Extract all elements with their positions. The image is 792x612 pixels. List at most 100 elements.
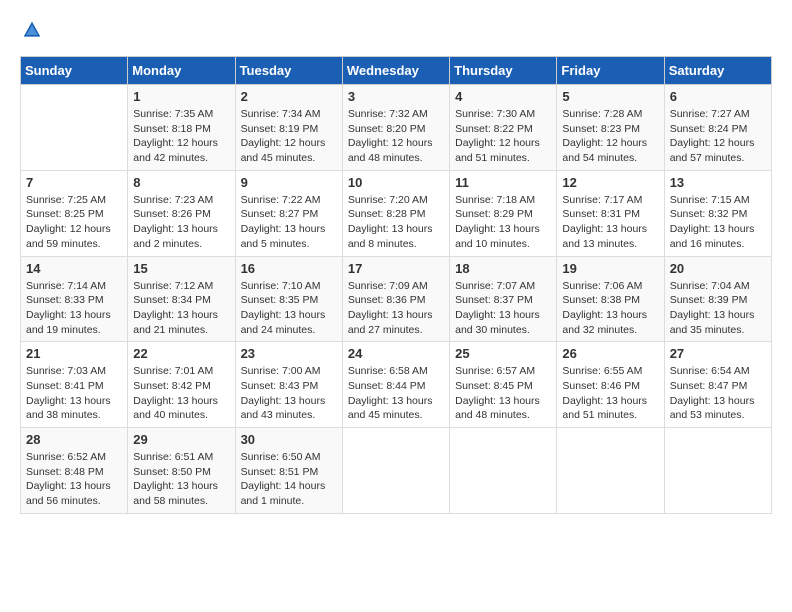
day-cell: 18 Sunrise: 7:07 AM Sunset: 8:37 PM Dayli… [450,256,557,342]
day-number: 3 [348,89,444,104]
day-info: Sunrise: 6:54 AM Sunset: 8:47 PM Dayligh… [670,364,766,423]
day-info: Sunrise: 7:04 AM Sunset: 8:39 PM Dayligh… [670,279,766,338]
day-cell: 19 Sunrise: 7:06 AM Sunset: 8:38 PM Dayli… [557,256,664,342]
day-cell: 11 Sunrise: 7:18 AM Sunset: 8:29 PM Dayli… [450,170,557,256]
day-info: Sunrise: 6:57 AM Sunset: 8:45 PM Dayligh… [455,364,551,423]
day-cell [450,428,557,514]
day-cell: 15 Sunrise: 7:12 AM Sunset: 8:34 PM Dayli… [128,256,235,342]
day-cell: 25 Sunrise: 6:57 AM Sunset: 8:45 PM Dayli… [450,342,557,428]
day-cell: 7 Sunrise: 7:25 AM Sunset: 8:25 PM Daylig… [21,170,128,256]
day-number: 6 [670,89,766,104]
day-number: 24 [348,346,444,361]
day-info: Sunrise: 7:10 AM Sunset: 8:35 PM Dayligh… [241,279,337,338]
week-row-2: 7 Sunrise: 7:25 AM Sunset: 8:25 PM Daylig… [21,170,772,256]
day-number: 9 [241,175,337,190]
day-info: Sunrise: 7:14 AM Sunset: 8:33 PM Dayligh… [26,279,122,338]
day-info: Sunrise: 7:06 AM Sunset: 8:38 PM Dayligh… [562,279,658,338]
day-number: 30 [241,432,337,447]
day-cell [342,428,449,514]
day-cell: 1 Sunrise: 7:35 AM Sunset: 8:18 PM Daylig… [128,85,235,171]
day-number: 27 [670,346,766,361]
col-header-friday: Friday [557,57,664,85]
week-row-1: 1 Sunrise: 7:35 AM Sunset: 8:18 PM Daylig… [21,85,772,171]
day-info: Sunrise: 7:35 AM Sunset: 8:18 PM Dayligh… [133,107,229,166]
day-number: 4 [455,89,551,104]
day-info: Sunrise: 7:07 AM Sunset: 8:37 PM Dayligh… [455,279,551,338]
day-info: Sunrise: 7:15 AM Sunset: 8:32 PM Dayligh… [670,193,766,252]
week-row-4: 21Sunrise: 7:03 AM Sunset: 8:41 PM Dayli… [21,342,772,428]
day-number: 22 [133,346,229,361]
day-number: 5 [562,89,658,104]
day-cell: 23Sunrise: 7:00 AM Sunset: 8:43 PM Dayli… [235,342,342,428]
col-header-tuesday: Tuesday [235,57,342,85]
day-cell: 5 Sunrise: 7:28 AM Sunset: 8:23 PM Daylig… [557,85,664,171]
day-info: Sunrise: 7:23 AM Sunset: 8:26 PM Dayligh… [133,193,229,252]
day-info: Sunrise: 7:27 AM Sunset: 8:24 PM Dayligh… [670,107,766,166]
calendar-header-row: SundayMondayTuesdayWednesdayThursdayFrid… [21,57,772,85]
day-number: 11 [455,175,551,190]
day-cell: 26 Sunrise: 6:55 AM Sunset: 8:46 PM Dayli… [557,342,664,428]
day-cell: 8 Sunrise: 7:23 AM Sunset: 8:26 PM Daylig… [128,170,235,256]
day-cell: 14 Sunrise: 7:14 AM Sunset: 8:33 PM Dayli… [21,256,128,342]
week-row-3: 14 Sunrise: 7:14 AM Sunset: 8:33 PM Dayli… [21,256,772,342]
col-header-thursday: Thursday [450,57,557,85]
day-cell: 27 Sunrise: 6:54 AM Sunset: 8:47 PM Dayli… [664,342,771,428]
day-info: Sunrise: 7:20 AM Sunset: 8:28 PM Dayligh… [348,193,444,252]
day-cell: 24 Sunrise: 6:58 AM Sunset: 8:44 PM Dayli… [342,342,449,428]
day-number: 14 [26,261,122,276]
logo-icon [22,20,42,40]
col-header-sunday: Sunday [21,57,128,85]
day-info: Sunrise: 7:09 AM Sunset: 8:36 PM Dayligh… [348,279,444,338]
day-number: 1 [133,89,229,104]
day-cell: 17 Sunrise: 7:09 AM Sunset: 8:36 PM Dayli… [342,256,449,342]
week-row-5: 28 Sunrise: 6:52 AM Sunset: 8:48 PM Dayli… [21,428,772,514]
day-number: 29 [133,432,229,447]
day-info: Sunrise: 6:52 AM Sunset: 8:48 PM Dayligh… [26,450,122,509]
day-info: Sunrise: 6:50 AM Sunset: 8:51 PM Dayligh… [241,450,337,509]
calendar-table: SundayMondayTuesdayWednesdayThursdayFrid… [20,56,772,514]
day-cell: 10 Sunrise: 7:20 AM Sunset: 8:28 PM Dayli… [342,170,449,256]
day-cell: 9 Sunrise: 7:22 AM Sunset: 8:27 PM Daylig… [235,170,342,256]
day-cell: 28 Sunrise: 6:52 AM Sunset: 8:48 PM Dayli… [21,428,128,514]
day-number: 15 [133,261,229,276]
day-cell: 30 Sunrise: 6:50 AM Sunset: 8:51 PM Dayli… [235,428,342,514]
day-info: Sunrise: 7:18 AM Sunset: 8:29 PM Dayligh… [455,193,551,252]
day-cell: 3 Sunrise: 7:32 AM Sunset: 8:20 PM Daylig… [342,85,449,171]
day-info: Sunrise: 6:58 AM Sunset: 8:44 PM Dayligh… [348,364,444,423]
day-number: 18 [455,261,551,276]
day-info: Sunrise: 7:32 AM Sunset: 8:20 PM Dayligh… [348,107,444,166]
day-info: Sunrise: 6:55 AM Sunset: 8:46 PM Dayligh… [562,364,658,423]
day-info: Sunrise: 7:17 AM Sunset: 8:31 PM Dayligh… [562,193,658,252]
day-number: 28 [26,432,122,447]
day-number: 7 [26,175,122,190]
day-number: 25 [455,346,551,361]
day-cell: 6 Sunrise: 7:27 AM Sunset: 8:24 PM Daylig… [664,85,771,171]
day-cell: 12 Sunrise: 7:17 AM Sunset: 8:31 PM Dayli… [557,170,664,256]
day-number: 13 [670,175,766,190]
day-info: Sunrise: 7:25 AM Sunset: 8:25 PM Dayligh… [26,193,122,252]
day-info: Sunrise: 7:03 AM Sunset: 8:41 PM Dayligh… [26,364,122,423]
day-number: 26 [562,346,658,361]
day-info: Sunrise: 7:12 AM Sunset: 8:34 PM Dayligh… [133,279,229,338]
day-number: 8 [133,175,229,190]
day-number: 2 [241,89,337,104]
logo-text [20,20,42,46]
logo [20,20,42,46]
day-number: 12 [562,175,658,190]
day-info: Sunrise: 7:34 AM Sunset: 8:19 PM Dayligh… [241,107,337,166]
day-cell [557,428,664,514]
page-header [20,20,772,46]
day-cell: 29 Sunrise: 6:51 AM Sunset: 8:50 PM Dayli… [128,428,235,514]
day-number: 19 [562,261,658,276]
day-info: Sunrise: 7:22 AM Sunset: 8:27 PM Dayligh… [241,193,337,252]
day-number: 20 [670,261,766,276]
day-cell: 13 Sunrise: 7:15 AM Sunset: 8:32 PM Dayli… [664,170,771,256]
day-cell [664,428,771,514]
col-header-saturday: Saturday [664,57,771,85]
day-info: Sunrise: 7:28 AM Sunset: 8:23 PM Dayligh… [562,107,658,166]
day-number: 17 [348,261,444,276]
col-header-monday: Monday [128,57,235,85]
day-info: Sunrise: 6:51 AM Sunset: 8:50 PM Dayligh… [133,450,229,509]
day-info: Sunrise: 7:00 AM Sunset: 8:43 PM Dayligh… [241,364,337,423]
day-number: 10 [348,175,444,190]
